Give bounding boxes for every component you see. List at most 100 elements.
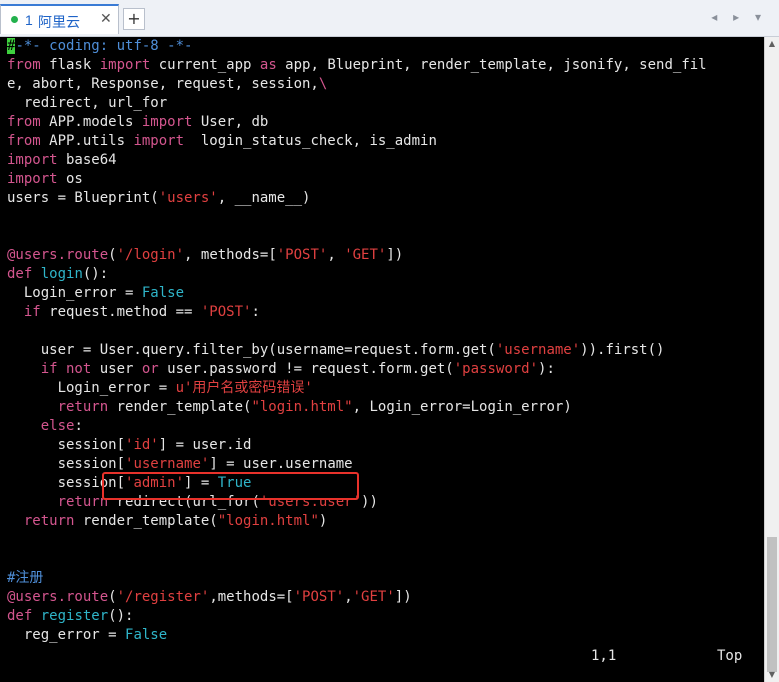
code-token: 'POST': [200, 304, 252, 320]
code-token: import: [133, 133, 185, 149]
code-line: def register():: [7, 607, 707, 626]
code-token: @users.route: [7, 247, 109, 263]
code-token: current_app: [150, 57, 260, 73]
code-token: from: [7, 57, 41, 73]
code-token: import: [99, 57, 151, 73]
code-token: 'password': [453, 361, 539, 377]
code-token: Login_error =: [7, 285, 142, 301]
tab-bar: 1 阿里云 ✕ + ◂ ▸ ▾: [0, 0, 779, 37]
code-token: ,methods=[: [209, 589, 294, 605]
code-token: login_status_check, is_admin: [184, 133, 437, 149]
code-token: False: [141, 285, 185, 301]
code-token: ,: [327, 247, 345, 263]
code-token: 'id': [125, 437, 159, 453]
code-token: app, Blueprint, render_template, jsonify…: [276, 57, 707, 73]
code-line: #注册: [7, 569, 707, 588]
code-token: )).first(): [580, 342, 665, 358]
tab-nav-arrows-icon[interactable]: ◂ ▸ ▾: [711, 10, 767, 24]
code-token: '/login': [116, 247, 185, 263]
code-token: return: [23, 513, 75, 529]
code-line: return render_template("login.html", Log…: [7, 398, 707, 417]
code-token: ():: [108, 608, 134, 624]
add-tab-button[interactable]: +: [123, 8, 145, 30]
code-token: "login.html": [217, 513, 319, 529]
tab-title: 阿里云: [38, 14, 80, 30]
code-token: ): [318, 513, 328, 529]
scroll-up-icon[interactable]: ▲: [765, 37, 779, 51]
scroll-down-icon[interactable]: ▼: [765, 668, 779, 682]
code-token: def: [7, 608, 33, 624]
code-line: if request.method == 'POST':: [7, 303, 707, 322]
code-token: ):: [538, 361, 555, 377]
code-token: ():: [82, 266, 109, 282]
code-token: return: [57, 494, 109, 510]
code-token: ,: [344, 589, 353, 605]
code-token: Login_error =: [7, 380, 176, 396]
code-token: ]): [386, 247, 404, 263]
code-token: #注册: [7, 570, 44, 586]
code-line: Login_error = False: [7, 284, 707, 303]
code-token: -*- coding: utf-8 -*-: [15, 38, 193, 54]
code-line: @users.route('/register',methods=['POST'…: [7, 588, 707, 607]
code-token: 'username': [495, 342, 581, 358]
code-line: #-*- coding: utf-8 -*-: [7, 37, 707, 56]
code-token: or: [141, 361, 159, 377]
code-token: reg_error =: [7, 627, 126, 643]
code-token: 'POST': [293, 589, 345, 605]
tab-aliyun[interactable]: 1 阿里云 ✕: [0, 4, 119, 34]
code-token: as: [259, 57, 277, 73]
code-token: import: [7, 171, 58, 187]
code-line: if not user or user.password != request.…: [7, 360, 707, 379]
code-line: reg_error = False: [7, 626, 707, 645]
code-token: 'GET': [344, 247, 387, 263]
code-line: return render_template("login.html"): [7, 512, 707, 531]
code-token: user: [91, 361, 142, 377]
code-line: Login_error = u'用户名或密码错误': [7, 379, 707, 398]
code-token: def: [7, 266, 33, 282]
scroll-location: Top: [717, 648, 743, 664]
code-line: users = Blueprint('users', __name__): [7, 189, 707, 208]
code-line: from APP.models import User, db: [7, 113, 707, 132]
code-token: login: [32, 266, 83, 282]
code-token: ] = user.id: [158, 437, 252, 453]
code-token: request.method ==: [40, 304, 201, 320]
vim-status-line: 1,1 Top: [0, 647, 764, 666]
code-token: redirect, url_for: [7, 95, 168, 111]
code-line: from flask import current_app as app, Bl…: [7, 56, 707, 75]
code-token: user.password != request.form.get(: [158, 361, 454, 377]
code-token: 'POST': [276, 247, 328, 263]
code-token: , methods=[: [184, 247, 277, 263]
close-icon[interactable]: ✕: [100, 11, 112, 27]
code-token: :: [74, 418, 83, 434]
vertical-scrollbar[interactable]: ▲ ▼: [764, 37, 779, 682]
code-token: if not: [40, 361, 92, 377]
code-token: @users.route: [7, 589, 109, 605]
code-token: )): [361, 494, 378, 510]
code-line: user = User.query.filter_by(username=req…: [7, 341, 707, 360]
connection-status-dot: [11, 16, 18, 23]
code-token: , __name__): [217, 190, 311, 206]
code-token: from: [7, 133, 41, 149]
code-token: "login.html": [251, 399, 353, 415]
code-token: flask: [40, 57, 100, 73]
tab-number: 1: [25, 12, 33, 28]
code-token: '/register': [116, 589, 210, 605]
code-token: ]): [394, 589, 412, 605]
code-line: def login():: [7, 265, 707, 284]
code-token: User, db: [192, 114, 269, 130]
code-token: user = User.query.filter_by(username=req…: [7, 342, 496, 358]
code-token: session[: [7, 456, 126, 472]
code-token: False: [125, 627, 168, 643]
cursor-position: 1,1: [591, 648, 617, 664]
code-line: e, abort, Response, request, session,\: [7, 75, 707, 94]
scrollbar-thumb[interactable]: [767, 537, 777, 672]
terminal-editor[interactable]: #-*- coding: utf-8 -*- from flask import …: [0, 37, 764, 682]
